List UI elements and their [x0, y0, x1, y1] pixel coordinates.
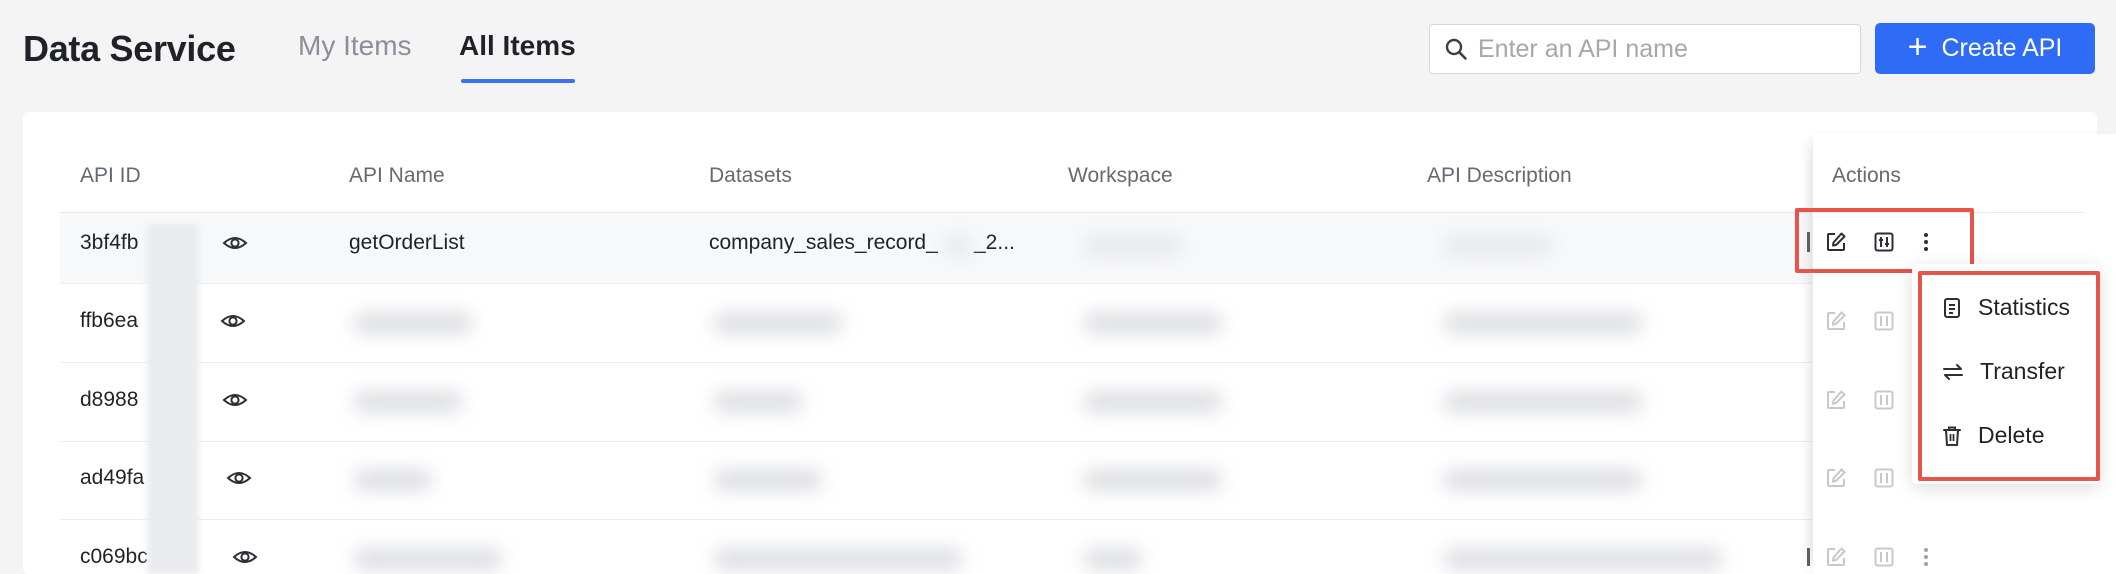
redacted-text — [713, 469, 823, 491]
plus-icon: + — [1907, 27, 1928, 66]
eye-icon[interactable] — [232, 547, 258, 567]
redacted-text — [353, 469, 433, 491]
search-box[interactable] — [1429, 24, 1861, 74]
redacted-text — [353, 391, 463, 413]
search-icon — [1445, 38, 1467, 60]
tab-all-items[interactable]: All Items — [459, 30, 576, 62]
edit-icon[interactable] — [1824, 545, 1848, 569]
edit-icon[interactable] — [1824, 388, 1848, 412]
api-name-cell[interactable]: getOrderList — [349, 231, 465, 255]
menu-highlight-box — [1918, 271, 2100, 481]
redacted-text — [1083, 312, 1223, 334]
redacted-text — [1443, 391, 1643, 413]
edit-icon[interactable] — [1824, 309, 1848, 333]
redacted-text — [1443, 235, 1553, 257]
api-id-cell: d8988 — [80, 388, 139, 411]
api-id-cell: c069bc — [80, 545, 148, 568]
page-title: Data Service — [23, 28, 236, 69]
column-header-api-id: API ID — [80, 164, 141, 187]
edit-icon[interactable] — [1824, 466, 1848, 490]
redacted-text — [943, 235, 973, 257]
redacted-text — [1083, 235, 1183, 257]
column-header-datasets: Datasets — [709, 164, 792, 187]
redacted-text — [1083, 548, 1143, 570]
create-api-label: Create API — [1941, 34, 2063, 62]
redacted-text — [713, 312, 843, 334]
column-header-api-description: API Description — [1427, 164, 1572, 187]
redacted-text — [1083, 469, 1223, 491]
column-header-workspace: Workspace — [1068, 164, 1173, 187]
row-divider — [60, 519, 1812, 520]
api-id-cell: ad49fa — [80, 466, 145, 489]
debug-icon[interactable] — [1872, 309, 1896, 333]
api-table-card: API ID API Name Datasets Workspace API D… — [23, 112, 2116, 574]
column-header-api-name: API Name — [349, 164, 445, 187]
more-vertical-icon[interactable] — [1920, 545, 1932, 569]
redaction-overlay — [147, 224, 199, 574]
column-header-actions: Actions — [1832, 164, 1901, 187]
debug-icon[interactable] — [1872, 466, 1896, 490]
debug-icon[interactable] — [1872, 545, 1896, 569]
dataset-cell-prefix: company_sales_record_ — [709, 231, 938, 254]
redacted-text — [1083, 391, 1223, 413]
redacted-text — [1443, 312, 1643, 334]
redacted-text — [1443, 469, 1643, 491]
api-id-cell: ffb6ea — [80, 309, 139, 332]
redacted-text — [713, 548, 963, 570]
redacted-text — [353, 548, 503, 570]
tab-my-items[interactable]: My Items — [298, 30, 412, 62]
eye-icon[interactable] — [226, 468, 252, 488]
page-header: Data Service My Items All Items + Create… — [0, 0, 2116, 112]
debug-icon[interactable] — [1872, 388, 1896, 412]
dataset-cell-suffix: _2... — [974, 231, 1015, 254]
row-divider — [60, 441, 1812, 442]
eye-icon[interactable] — [220, 311, 246, 331]
search-input[interactable] — [1478, 34, 1848, 64]
eye-icon[interactable] — [222, 233, 248, 253]
create-api-button[interactable]: + Create API — [1875, 23, 2095, 74]
redacted-text — [353, 312, 473, 334]
row-divider — [60, 283, 1812, 284]
overflow-column-edge — [1807, 548, 1810, 566]
eye-icon[interactable] — [222, 390, 248, 410]
redacted-text — [1443, 548, 1723, 570]
active-tab-indicator — [461, 79, 575, 83]
redacted-text — [713, 391, 803, 413]
api-id-cell: 3bf4fb — [80, 231, 139, 254]
row-divider — [60, 362, 1812, 363]
